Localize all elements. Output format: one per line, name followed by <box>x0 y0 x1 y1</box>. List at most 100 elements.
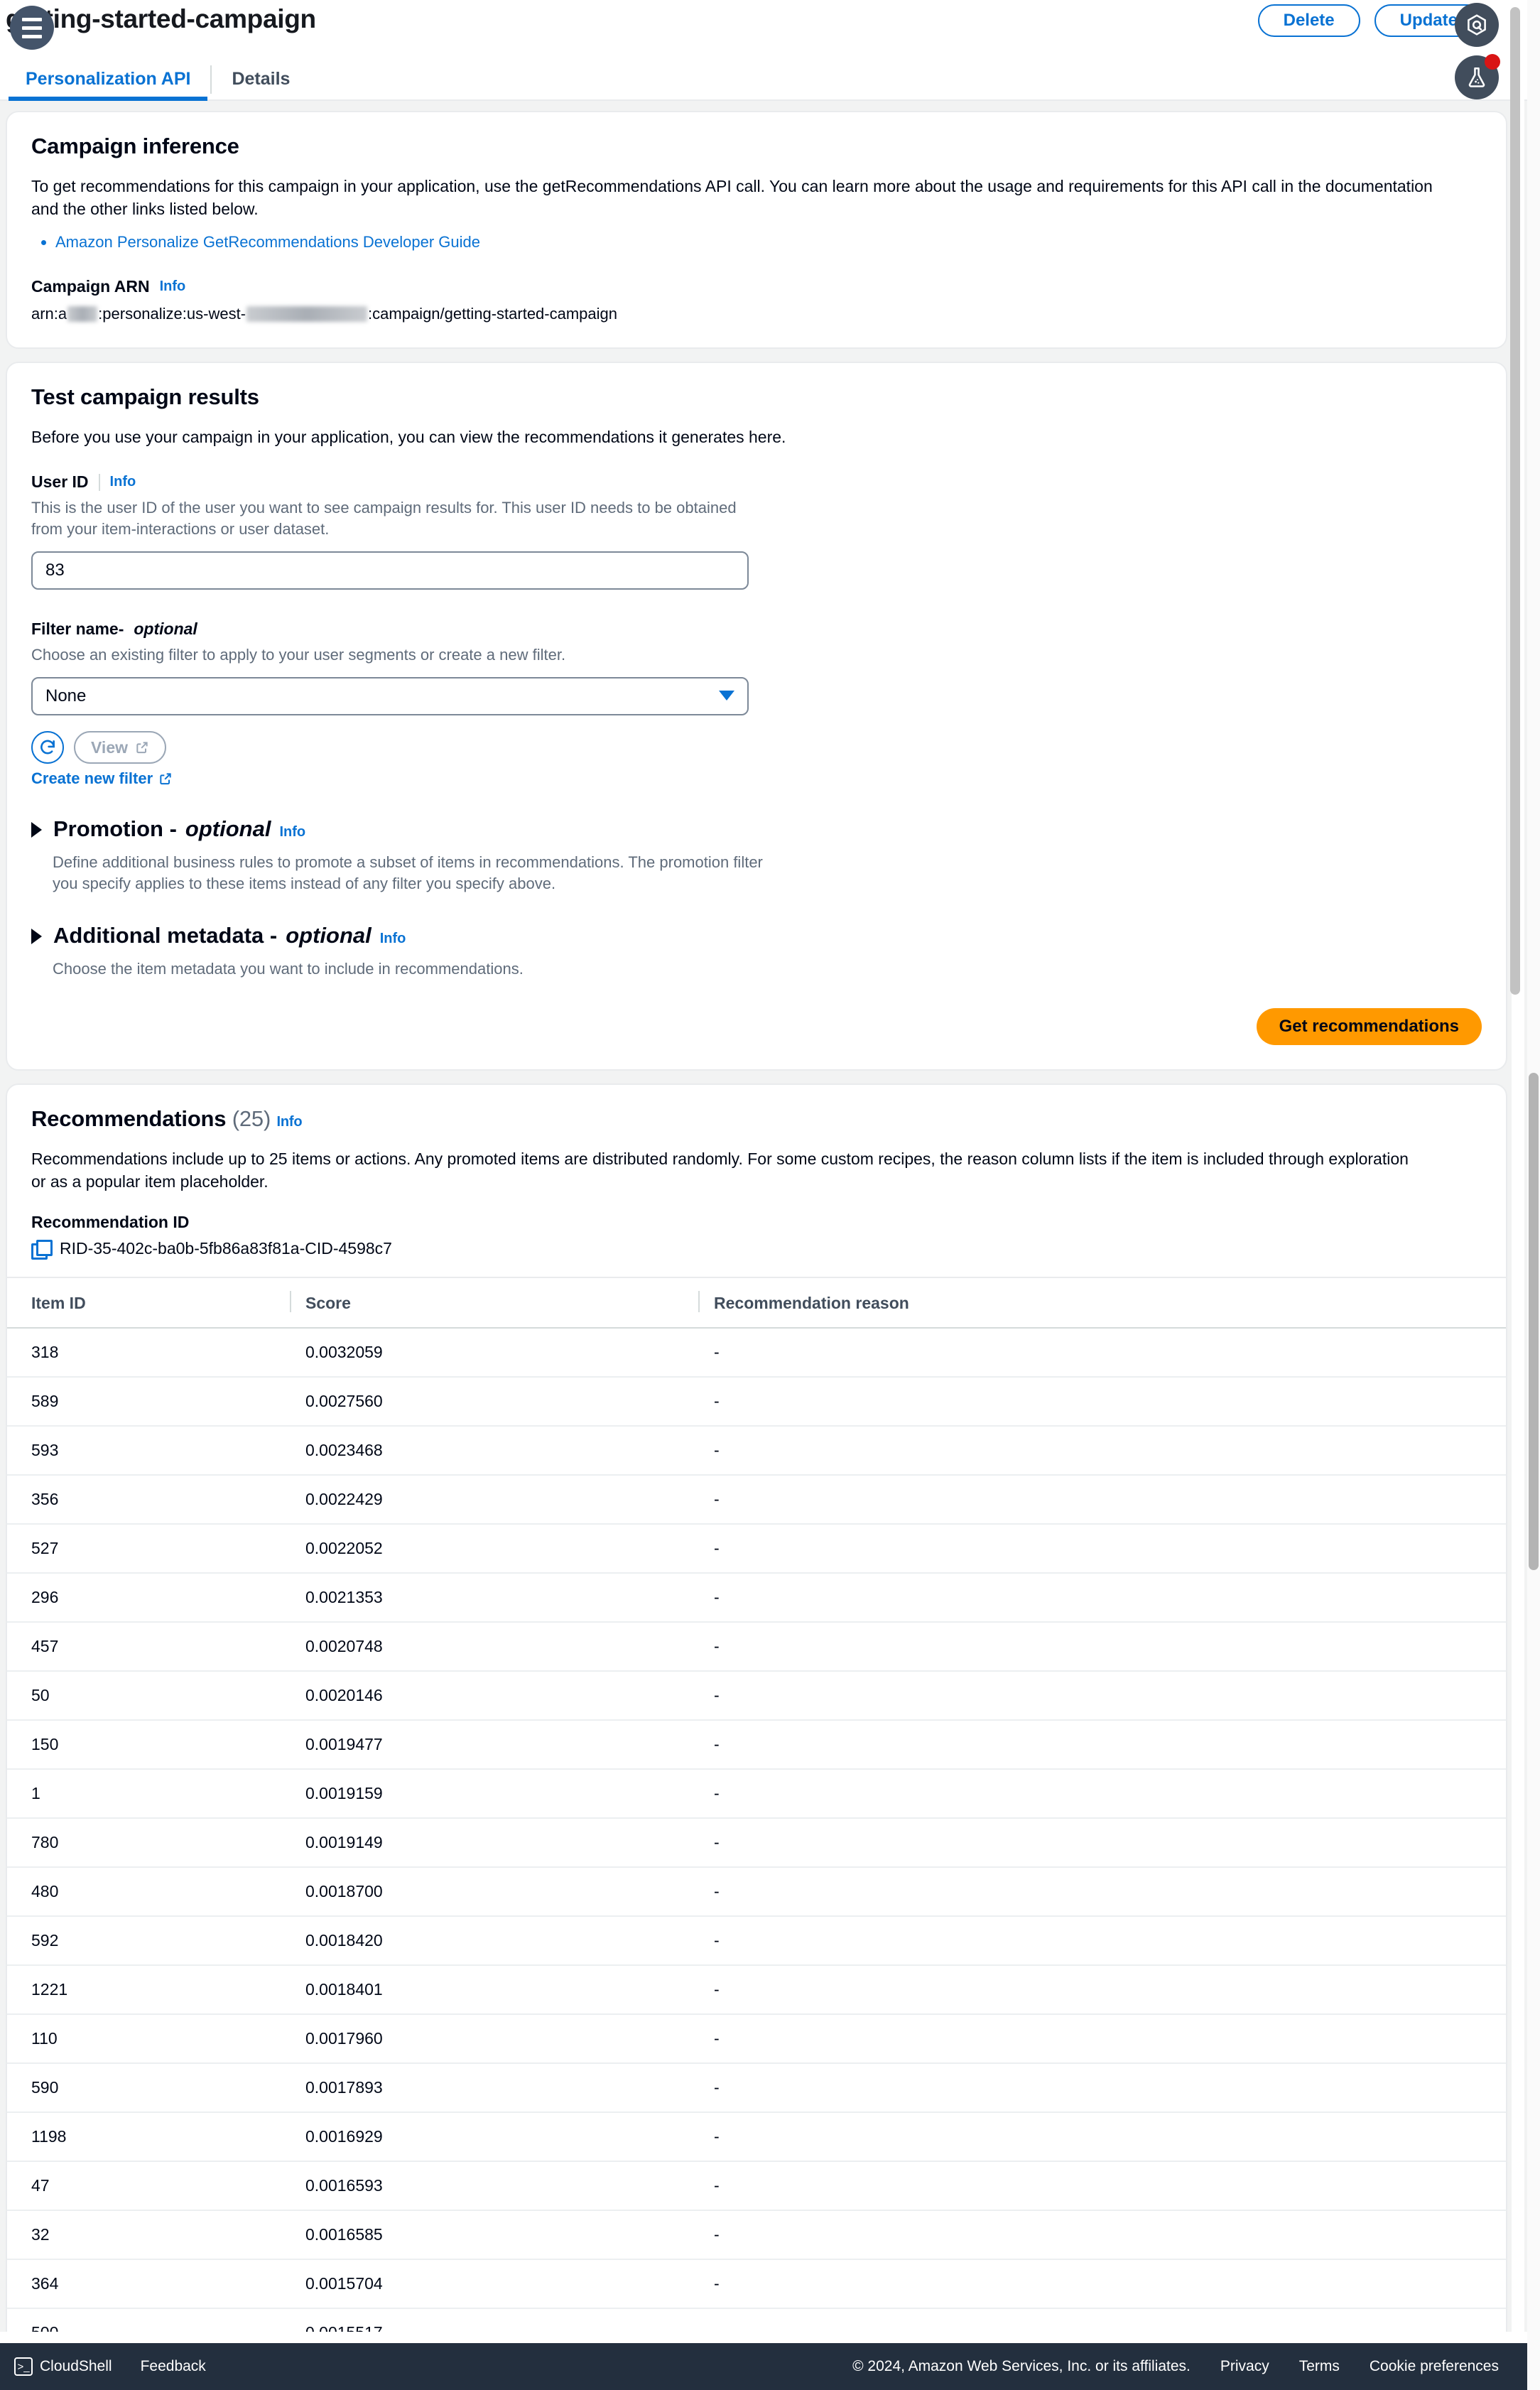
user-id-info-link[interactable]: Info <box>110 474 136 490</box>
flask-beaker-icon[interactable] <box>1455 54 1500 99</box>
cell-item-id: 150 <box>7 1720 305 1770</box>
external-link-icon <box>160 773 171 785</box>
table-row: 32 0.0016585- <box>7 2210 1506 2260</box>
copy-icon[interactable] <box>31 1239 53 1260</box>
page-footer: >_ CloudShell Feedback © 2024, Amazon We… <box>0 2343 1527 2390</box>
cell-item-id: 356 <box>7 1475 305 1525</box>
column-header-score[interactable]: Score <box>290 1278 714 1329</box>
cloudshell-button[interactable]: >_ CloudShell <box>14 2357 112 2376</box>
filter-name-select-value[interactable]: None <box>31 677 749 715</box>
additional-metadata-info-link[interactable]: Info <box>380 931 406 947</box>
test-campaign-results-card: Test campaign results Before you use you… <box>6 362 1507 1071</box>
cell-recommendation-reason: - <box>714 2161 1506 2211</box>
campaign-arn-value: arn:a :personalize:us-west- :campaign/ge… <box>31 305 1482 323</box>
cloudshell-label: CloudShell <box>40 2358 112 2374</box>
cell-score: 0.0023468 <box>305 1426 714 1476</box>
view-button-label: View <box>91 737 128 757</box>
flask-glyph <box>1468 67 1485 87</box>
notification-badge <box>1485 54 1500 70</box>
campaign-inference-links: Amazon Personalize GetRecommendations De… <box>55 232 1482 253</box>
user-id-input[interactable] <box>31 551 749 590</box>
cookie-preferences-link[interactable]: Cookie preferences <box>1370 2358 1499 2375</box>
terms-link[interactable]: Terms <box>1299 2358 1340 2375</box>
inner-scrollbar-track[interactable] <box>1510 0 1524 2343</box>
refresh-icon[interactable] <box>31 731 64 764</box>
cell-item-id: 1221 <box>7 1965 305 2015</box>
campaign-arn-label: Campaign ARN <box>31 277 150 296</box>
cell-score: 0.0027560 <box>305 1377 714 1427</box>
table-header-row: Item ID Score Recommendation reason <box>7 1278 1506 1329</box>
table-row: 589 0.0027560- <box>7 1377 1506 1427</box>
cloudshell-icon: >_ <box>14 2357 33 2376</box>
recommendations-description: Recommendations include up to 25 items o… <box>31 1150 1409 1191</box>
recommendations-info-link[interactable]: Info <box>277 1114 303 1130</box>
column-header-item-id[interactable]: Item ID <box>7 1278 305 1329</box>
table-row: 593 0.0023468- <box>7 1426 1506 1476</box>
view-button[interactable]: View <box>74 731 166 764</box>
cell-item-id: 527 <box>7 1524 305 1574</box>
create-new-filter-link[interactable]: Create new filter <box>31 769 173 788</box>
tab-label: Details <box>232 68 291 89</box>
amazon-q-glyph <box>1468 14 1486 36</box>
filter-name-select[interactable]: None <box>31 677 749 715</box>
table-row: 1221 0.0018401- <box>7 1965 1506 2015</box>
privacy-link[interactable]: Privacy <box>1220 2358 1269 2375</box>
page-scrollbar-track[interactable] <box>1527 0 1540 2390</box>
cell-recommendation-reason: - <box>714 1622 1506 1672</box>
cell-score: 0.0022052 <box>305 1524 714 1574</box>
additional-metadata-description: Choose the item metadata you want to inc… <box>53 960 524 978</box>
cell-recommendation-reason: - <box>714 1328 1506 1378</box>
table-row: 364 0.0015704- <box>7 2259 1506 2309</box>
app-root: getting-started-campaign Delete Update P… <box>0 0 1540 2390</box>
label-divider <box>98 473 100 491</box>
cell-score: 0.0032059 <box>305 1328 714 1378</box>
table-row: 1198 0.0016929- <box>7 2112 1506 2162</box>
campaign-arn-info-link[interactable]: Info <box>160 279 186 295</box>
refresh-icon-glyph <box>40 740 55 755</box>
tab-personalization-api[interactable]: Personalization API <box>6 58 210 101</box>
feedback-link[interactable]: Feedback <box>141 2358 206 2375</box>
delete-button[interactable]: Delete <box>1257 4 1360 37</box>
column-header-recommendation-reason[interactable]: Recommendation reason <box>698 1278 1506 1329</box>
cell-recommendation-reason: - <box>714 2063 1506 2113</box>
promotion-optional: optional <box>185 816 271 841</box>
recommendation-id-label: Recommendation ID <box>31 1213 190 1231</box>
get-recommendations-row: Get recommendations <box>31 1008 1482 1045</box>
cell-recommendation-reason: - <box>714 1426 1506 1476</box>
column-divider <box>698 1291 700 1312</box>
table-row: 47 0.0016593- <box>7 2161 1506 2211</box>
campaign-arn-label-row: Campaign ARN Info <box>31 277 1482 296</box>
tab-label: Personalization API <box>26 68 191 89</box>
recommendations-table: Item ID Score Recommendation reason 318 … <box>7 1278 1506 2332</box>
cell-recommendation-reason: - <box>714 1965 1506 2015</box>
table-row: 780 0.0019149- <box>7 1818 1506 1868</box>
tab-details[interactable]: Details <box>212 58 310 99</box>
cell-recommendation-reason: - <box>714 2112 1506 2162</box>
triangle-right-icon <box>31 822 42 838</box>
page-scrollbar-thumb[interactable] <box>1529 1073 1539 1570</box>
tab-bar: Personalization API Details <box>0 58 1527 101</box>
external-link-icon <box>136 742 148 754</box>
filter-name-label-row: Filter name- optional <box>31 620 1482 639</box>
get-recommendations-button[interactable]: Get recommendations <box>1256 1008 1482 1045</box>
table-row: 150 0.0019477- <box>7 1720 1506 1770</box>
copyright-text: © 2024, Amazon Web Services, Inc. or its… <box>852 2358 1191 2374</box>
cell-recommendation-reason: - <box>714 1671 1506 1721</box>
cell-score: 0.0020146 <box>305 1671 714 1721</box>
cell-item-id: 589 <box>7 1377 305 1427</box>
promotion-expand-toggle[interactable]: Promotion - optional Info <box>31 816 1482 842</box>
cell-score: 0.0015517 <box>305 2308 714 2332</box>
cell-item-id: 780 <box>7 1818 305 1868</box>
recommendations-card: Recommendations (25) Info Recommendation… <box>6 1083 1507 2332</box>
cell-score: 0.0019477 <box>305 1720 714 1770</box>
hamburger-menu-icon[interactable] <box>10 6 54 50</box>
amazon-q-icon[interactable] <box>1455 3 1499 47</box>
campaign-inference-title: Campaign inference <box>31 134 239 158</box>
table-body: 318 0.0032059-589 0.0027560-593 0.0023468-3… <box>7 1328 1506 2332</box>
filter-controls-row: View <box>31 731 1482 764</box>
inner-scrollbar-thumb[interactable] <box>1510 7 1520 995</box>
cell-recommendation-reason: - <box>714 2210 1506 2260</box>
promotion-info-link[interactable]: Info <box>279 824 305 840</box>
getrecommendations-developer-guide-link[interactable]: Amazon Personalize GetRecommendations De… <box>55 233 480 251</box>
additional-metadata-expand-toggle[interactable]: Additional metadata - optional Info <box>31 923 1482 948</box>
